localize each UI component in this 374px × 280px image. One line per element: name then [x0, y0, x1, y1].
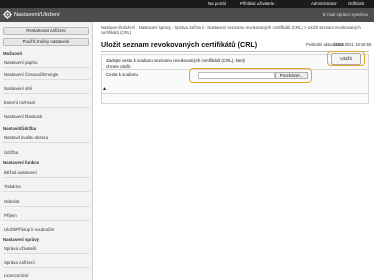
- main-content: Nastavení/Uložení : Nastavení správy : S…: [96, 22, 374, 280]
- sidebar-item-user-mgmt[interactable]: Správa uživatelů: [4, 246, 90, 251]
- sidebar-item-paper[interactable]: Nastavení papíru: [4, 60, 90, 65]
- last-updated-value: 13/03 2021 18:46:55: [333, 42, 372, 47]
- sidebar-item-device-mgmt[interactable]: Správa zařízení: [4, 260, 90, 265]
- sidebar-item-printer[interactable]: Tiskárna: [4, 184, 90, 189]
- portal-link[interactable]: Na portál: [208, 0, 226, 8]
- top-bar: Na portál Přihlásit uživatele : Administ…: [0, 0, 374, 8]
- sidebar-item-accessibility[interactable]: Nastavení hlasitosti: [4, 114, 90, 119]
- sidebar-item-common[interactable]: Běžná nastavení: [4, 170, 90, 175]
- admin-mail-link[interactable]: E-mail správci systému: [323, 8, 368, 22]
- sidebar-section-management: Nastavení správy: [3, 237, 40, 242]
- divider: [3, 107, 90, 108]
- divider: [101, 93, 369, 94]
- sidebar-item-license[interactable]: Licence/Jiné: [4, 273, 90, 278]
- divider: [3, 79, 90, 80]
- sidebar-section-function: Nastavení funkce: [3, 160, 40, 165]
- page-title: Uložit seznam revokovaných certifikátů (…: [101, 40, 258, 49]
- sidebar-section-preferences: Možnosti: [3, 51, 23, 56]
- divider: [3, 191, 90, 192]
- browse-button[interactable]: Procházet...: [275, 72, 308, 79]
- restart-device-button[interactable]: Restartovat zařízení: [3, 27, 89, 35]
- divider: [3, 267, 90, 268]
- breadcrumb: Nastavení/Uložení : Nastavení správy : S…: [101, 25, 361, 35]
- app-title: Nastavení/Uložení: [14, 12, 60, 18]
- divider: [3, 177, 90, 178]
- divider: [3, 67, 90, 68]
- divider: [3, 206, 90, 207]
- sidebar-item-external[interactable]: Externí rozhraní: [4, 100, 90, 105]
- divider: [3, 253, 90, 254]
- sidebar-item-network[interactable]: Nastavení sítě: [4, 86, 90, 91]
- apply-settings-button[interactable]: Použít změny nastavení: [3, 38, 89, 46]
- logout-link[interactable]: Odhlásit: [348, 0, 364, 8]
- divider: [3, 142, 90, 143]
- gear-icon: [3, 10, 12, 19]
- sidebar-item-maintenance[interactable]: Údržba: [4, 150, 90, 155]
- sidebar-item-send[interactable]: Odeslat: [4, 199, 90, 204]
- login-label: Přihlásit uživatele :: [240, 1, 277, 6]
- sidebar-item-receive[interactable]: Příjem: [4, 213, 90, 218]
- user-name: Administrator: [311, 1, 337, 6]
- sidebar: Restartovat zařízení Použít změny nastav…: [0, 22, 93, 280]
- back-to-top-icon[interactable]: ▲: [102, 86, 107, 92]
- divider: [3, 93, 90, 94]
- upload-button[interactable]: Uložit: [331, 53, 361, 65]
- divider: [3, 220, 90, 221]
- app-header: Nastavení/Uložení E-mail správci systému: [0, 8, 374, 22]
- sidebar-item-timer[interactable]: Nastavení Časovač/Energie: [4, 72, 90, 77]
- file-path-label: Cesta k souboru: [106, 72, 138, 77]
- sidebar-section-adjust: Nastavit/Údržba: [3, 126, 37, 131]
- file-path-input[interactable]: [198, 72, 275, 79]
- sidebar-item-store-access[interactable]: Uložit/Přístup k souborům: [4, 227, 90, 232]
- sidebar-item-quality[interactable]: Nastavit kvalitu obrazu: [4, 135, 90, 140]
